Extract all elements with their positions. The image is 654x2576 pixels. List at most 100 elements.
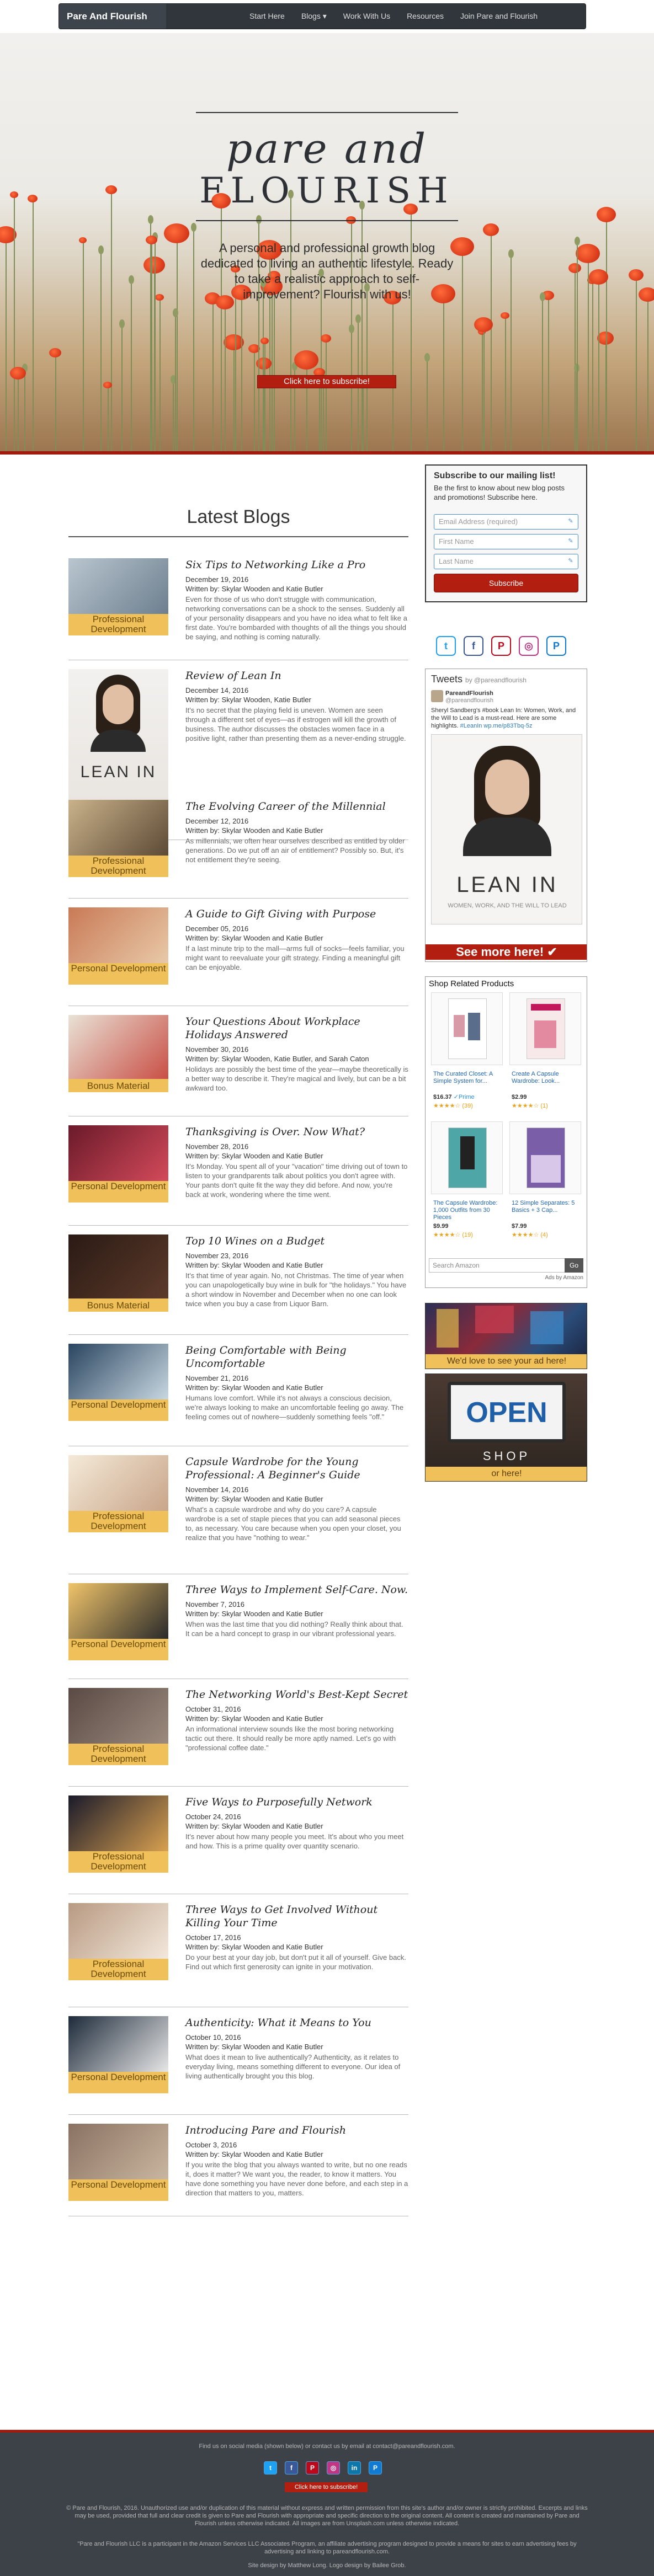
- ads-by-amazon[interactable]: Ads by Amazon: [545, 1275, 583, 1281]
- post-category[interactable]: Professional Development: [68, 856, 168, 877]
- post-thumbnail[interactable]: Personal Development: [68, 907, 168, 985]
- post-category[interactable]: Personal Development: [68, 963, 168, 985]
- post-title[interactable]: Capsule Wardrobe for the Young Professio…: [185, 1455, 408, 1482]
- post-image[interactable]: [68, 1125, 168, 1181]
- instagram-icon[interactable]: ◎: [519, 636, 539, 656]
- hero-subscribe-button[interactable]: Click here to subscribe!: [257, 375, 396, 388]
- first-name-field[interactable]: First Name ✎: [434, 534, 578, 549]
- post-title[interactable]: Top 10 Wines on a Budget: [185, 1234, 408, 1248]
- linkedin-icon[interactable]: in: [348, 2461, 361, 2475]
- post-category[interactable]: Professional Development: [68, 614, 168, 635]
- ad-slot-times-square[interactable]: We'd love to see your ad here!: [425, 1303, 587, 1369]
- post-category[interactable]: Personal Development: [68, 1639, 168, 1660]
- post-image[interactable]: [68, 1455, 168, 1511]
- post-thumbnail[interactable]: Bonus Material: [68, 1234, 168, 1312]
- post-category[interactable]: Personal Development: [68, 1399, 168, 1421]
- pinterest-icon[interactable]: P: [491, 636, 511, 656]
- product-card[interactable]: The Capsule Wardrobe: 1,000 Outfits from…: [431, 1121, 503, 1247]
- amazon-search-button[interactable]: Go: [565, 1258, 583, 1273]
- post-category[interactable]: Bonus Material: [68, 1298, 168, 1312]
- facebook-icon[interactable]: f: [285, 2461, 298, 2475]
- post-title[interactable]: Your Questions About Workplace Holidays …: [185, 1015, 408, 1041]
- post-title[interactable]: Three Ways to Implement Self-Care. Now.: [185, 1583, 408, 1596]
- twitter-icon[interactable]: t: [264, 2461, 277, 2475]
- post-title[interactable]: Three Ways to Get Involved Without Killi…: [185, 1903, 408, 1930]
- post-title[interactable]: Being Comfortable with Being Uncomfortab…: [185, 1344, 408, 1370]
- post-title[interactable]: Thanksgiving is Over. Now What?: [185, 1125, 408, 1139]
- tweets-by[interactable]: by @pareandflourish: [465, 676, 527, 684]
- product-rating[interactable]: ★★★★☆ (19): [433, 1232, 473, 1239]
- post-category[interactable]: Personal Development: [68, 1181, 168, 1203]
- tweet-author[interactable]: PareandFlourish @pareandflourish: [445, 690, 493, 704]
- product-card[interactable]: 12 Simple Separates: 5 Basics + 3 Cap...…: [509, 1121, 581, 1247]
- last-name-field[interactable]: Last Name ✎: [434, 554, 578, 569]
- post-category[interactable]: Professional Development: [68, 1511, 168, 1532]
- post-thumbnail[interactable]: Professional Development: [68, 558, 168, 635]
- post-image[interactable]: [68, 1344, 168, 1399]
- post-image[interactable]: [68, 1583, 168, 1639]
- product-card[interactable]: The Curated Closet: A Simple System for.…: [431, 992, 503, 1118]
- post-image[interactable]: [68, 1688, 168, 1744]
- post-thumbnail[interactable]: Professional Development: [68, 800, 168, 877]
- subscribe-button[interactable]: Subscribe: [434, 574, 578, 592]
- tweet-link[interactable]: #LeanIn wp.me/p83Tbq-5z: [460, 723, 533, 729]
- post-image[interactable]: [68, 2016, 168, 2072]
- nav-start-here[interactable]: Start Here: [241, 4, 293, 29]
- post-image[interactable]: LEAN IN: [68, 669, 168, 821]
- product-name[interactable]: The Curated Closet: A Simple System for.…: [433, 1071, 502, 1085]
- post-thumbnail[interactable]: Personal Development: [68, 2016, 168, 2093]
- product-image[interactable]: [509, 992, 581, 1065]
- pinterest-icon[interactable]: P: [306, 2461, 319, 2475]
- post-thumbnail[interactable]: Professional Development: [68, 1455, 168, 1532]
- brand-link[interactable]: Pare And Flourish: [59, 4, 166, 29]
- post-category[interactable]: Personal Development: [68, 2072, 168, 2093]
- nav-join[interactable]: Join Pare and Flourish: [452, 4, 546, 29]
- amazon-search-input[interactable]: Search Amazon: [429, 1258, 567, 1273]
- post-thumbnail[interactable]: Personal Development: [68, 1125, 168, 1203]
- post-image[interactable]: [68, 1015, 168, 1079]
- periscope-icon[interactable]: P: [546, 636, 566, 656]
- see-more-button[interactable]: See more here! ✔: [426, 944, 587, 960]
- post-thumbnail[interactable]: Personal Development: [68, 1344, 168, 1421]
- post-thumbnail[interactable]: Bonus Material: [68, 1015, 168, 1092]
- nav-resources[interactable]: Resources: [398, 4, 452, 29]
- post-title[interactable]: Introducing Pare and Flourish: [185, 2124, 408, 2137]
- product-name[interactable]: The Capsule Wardrobe: 1,000 Outfits from…: [433, 1200, 502, 1221]
- post-title[interactable]: Five Ways to Purposefully Network: [185, 1795, 408, 1809]
- post-image[interactable]: [68, 800, 168, 856]
- ad-slot-open-sign[interactable]: OPEN SHOP or here!: [425, 1373, 587, 1482]
- avatar[interactable]: [431, 690, 443, 702]
- post-category[interactable]: Professional Development: [68, 1744, 168, 1765]
- post-thumbnail[interactable]: Personal Development: [68, 2124, 168, 2201]
- post-image[interactable]: [68, 558, 168, 614]
- instagram-icon[interactable]: ◎: [327, 2461, 340, 2475]
- post-thumbnail[interactable]: Personal Development: [68, 1583, 168, 1660]
- periscope-icon[interactable]: P: [369, 2461, 382, 2475]
- footer-subscribe-button[interactable]: Click here to subscribe!: [285, 2482, 368, 2492]
- nav-blogs-dropdown[interactable]: Blogs ▾: [293, 4, 335, 29]
- post-image[interactable]: [68, 1795, 168, 1851]
- post-category[interactable]: Professional Development: [68, 1851, 168, 1873]
- product-name[interactable]: 12 Simple Separates: 5 Basics + 3 Cap...: [512, 1200, 580, 1214]
- twitter-icon[interactable]: t: [436, 636, 456, 656]
- product-card[interactable]: Create A Capsule Wardrobe: Look... $2.99…: [509, 992, 581, 1118]
- post-category[interactable]: Bonus Material: [68, 1079, 168, 1092]
- twitter-timeline[interactable]: Tweets by @pareandflourish PareandFlouri…: [425, 669, 587, 962]
- product-name[interactable]: Create A Capsule Wardrobe: Look...: [512, 1071, 580, 1085]
- post-thumbnail[interactable]: Professional Development: [68, 1688, 168, 1765]
- product-image[interactable]: [431, 1121, 503, 1194]
- nav-work-with-us[interactable]: Work With Us: [335, 4, 398, 29]
- post-category[interactable]: Personal Development: [68, 2179, 168, 2201]
- post-thumbnail[interactable]: Professional Development: [68, 1795, 168, 1873]
- email-field[interactable]: Email Address (required) ✎: [434, 514, 578, 530]
- lean-in-book-cover[interactable]: LEAN IN WOMEN, WORK, AND THE WILL TO LEA…: [431, 734, 582, 924]
- product-rating[interactable]: ★★★★☆ (39): [433, 1103, 473, 1110]
- post-title[interactable]: Review of Lean In: [185, 669, 408, 682]
- post-image[interactable]: [68, 907, 168, 963]
- post-title[interactable]: A Guide to Gift Giving with Purpose: [185, 907, 408, 921]
- product-image[interactable]: [431, 992, 503, 1065]
- post-thumbnail[interactable]: Professional Development: [68, 1903, 168, 1980]
- product-rating[interactable]: ★★★★☆ (1): [512, 1103, 548, 1110]
- facebook-icon[interactable]: f: [464, 636, 483, 656]
- product-image[interactable]: [509, 1121, 581, 1194]
